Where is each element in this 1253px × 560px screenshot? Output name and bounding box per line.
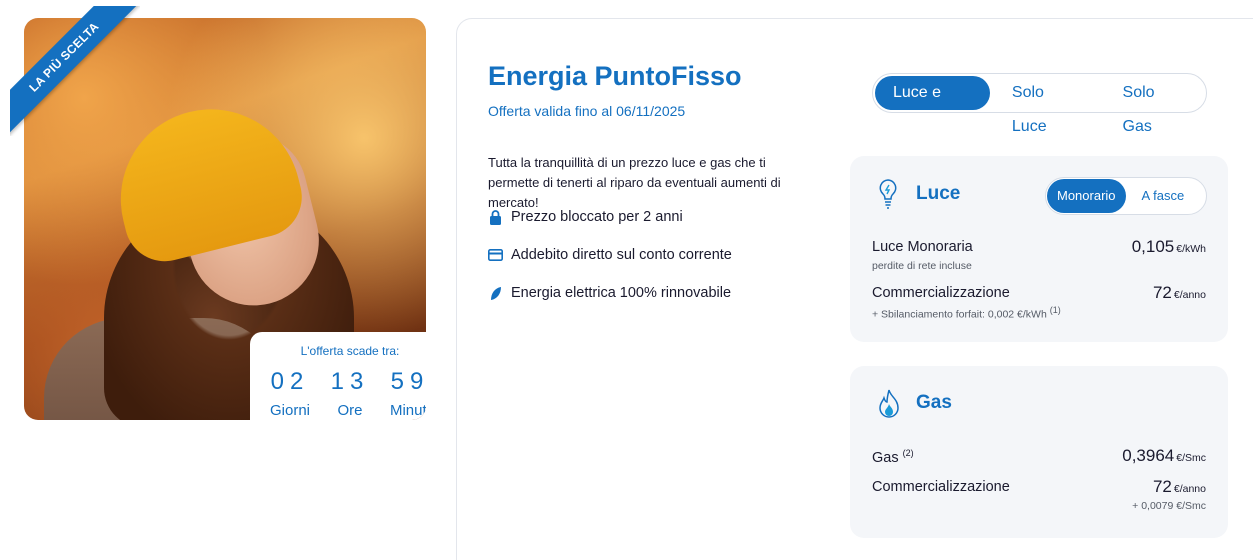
feature-label: Energia elettrica 100% rinnovabile: [511, 285, 732, 301]
footnote-ref[interactable]: (2): [903, 448, 914, 458]
price-unit: €/anno: [1173, 289, 1206, 301]
footnote-ref[interactable]: (1): [1050, 305, 1061, 315]
flame-icon: [878, 388, 900, 425]
luce-commercializzazione-price: 72 €/anno: [1153, 283, 1206, 303]
tab-monorario[interactable]: Monorario: [1047, 179, 1126, 213]
tariff-type-toggle: Monorario A fasce: [1045, 177, 1207, 215]
luce-monoraria-note: perdite di rete incluse: [872, 260, 972, 272]
feature-label: Prezzo bloccato per 2 anni: [511, 209, 683, 225]
gas-commercializzazione-label: Commercializzazione: [872, 479, 1010, 495]
tab-luce-e-gas[interactable]: Luce e Gas: [875, 76, 990, 135]
luce-monoraria-price: 0,105 €/kWh: [1132, 237, 1206, 257]
gas-card: Gas Gas (2) 0,3964 €/Smc Commercializzazi…: [850, 366, 1228, 538]
countdown-days: 02 Giorni: [260, 368, 320, 419]
tab-a-fasce[interactable]: A fasce: [1126, 179, 1201, 213]
lightbulb-icon: [877, 178, 899, 215]
tab-solo-luce[interactable]: Solo Luce: [994, 76, 1099, 135]
luce-monoraria-label: Luce Monoraria: [872, 239, 973, 255]
countdown-minutes-label: Minuti: [389, 402, 426, 419]
lock-icon: [488, 209, 503, 225]
gas-title: Gas: [916, 392, 952, 413]
countdown-hours-label: Ore: [337, 402, 363, 419]
countdown-hours: 13 Ore: [320, 368, 380, 419]
leaf-icon: [488, 286, 503, 301]
supply-type-toggle: Luce e Gas Solo Luce Solo Gas: [872, 73, 1207, 135]
feature-direct-debit: Addebito diretto sul conto corrente: [488, 247, 732, 263]
price-value: 72: [1152, 477, 1172, 496]
gas-price-label: Gas (2): [872, 448, 914, 466]
offer-panel: Energia PuntoFisso Offerta valida fino a…: [456, 18, 1253, 560]
gas-price: 0,3964 €/Smc: [1122, 446, 1206, 466]
price-value: 0,3964: [1122, 446, 1175, 465]
price-unit: €/anno: [1173, 483, 1206, 495]
ribbon-container: LA PIÙ SCELTA: [10, 6, 140, 136]
price-value: 72: [1152, 283, 1172, 302]
price-unit: €/kWh: [1176, 243, 1206, 255]
feature-label: Addebito diretto sul conto corrente: [511, 247, 732, 263]
offer-countdown: L'offerta scade tra: 02 Giorni 13 Ore 59…: [250, 332, 426, 420]
gas-extra-fee: + 0,0079 €/Smc: [1132, 500, 1206, 512]
gas-label-text: Gas: [872, 449, 899, 466]
tab-solo-gas[interactable]: Solo Gas: [1105, 76, 1204, 135]
countdown-minutes: 59 Minuti: [380, 368, 426, 419]
feature-renewable: Energia elettrica 100% rinnovabile: [488, 285, 731, 301]
feature-price-locked: Prezzo bloccato per 2 anni: [488, 209, 683, 225]
sbilanciamento-text: + Sbilanciamento forfait: 0,002 €/kWh: [872, 308, 1047, 321]
countdown-days-label: Giorni: [269, 402, 310, 419]
gas-commercializzazione-price: 72 €/anno: [1153, 477, 1206, 497]
offer-validity: Offerta valida fino al 06/11/2025: [488, 103, 686, 119]
offer-description: Tutta la tranquillità di un prezzo luce …: [488, 155, 781, 210]
luce-title: Luce: [916, 183, 961, 204]
luce-commercializzazione-label: Commercializzazione: [872, 285, 1010, 301]
most-chosen-ribbon: LA PIÙ SCELTA: [10, 6, 140, 136]
price-unit: €/Smc: [1176, 452, 1206, 464]
countdown-hours-value: 13: [330, 368, 370, 395]
offer-title: Energia PuntoFisso: [488, 61, 742, 91]
luce-card: Luce Monorario A fasce Luce Monoraria pe…: [850, 156, 1228, 342]
luce-sbilanciamento-note: + Sbilanciamento forfait: 0,002 €/kWh (1…: [872, 305, 1061, 321]
countdown-minutes-value: 59: [390, 368, 426, 395]
countdown-days-value: 02: [270, 368, 310, 395]
countdown-label: L'offerta scade tra:: [300, 344, 400, 358]
price-value: 0,105: [1131, 237, 1175, 256]
credit-card-icon: [488, 248, 503, 263]
